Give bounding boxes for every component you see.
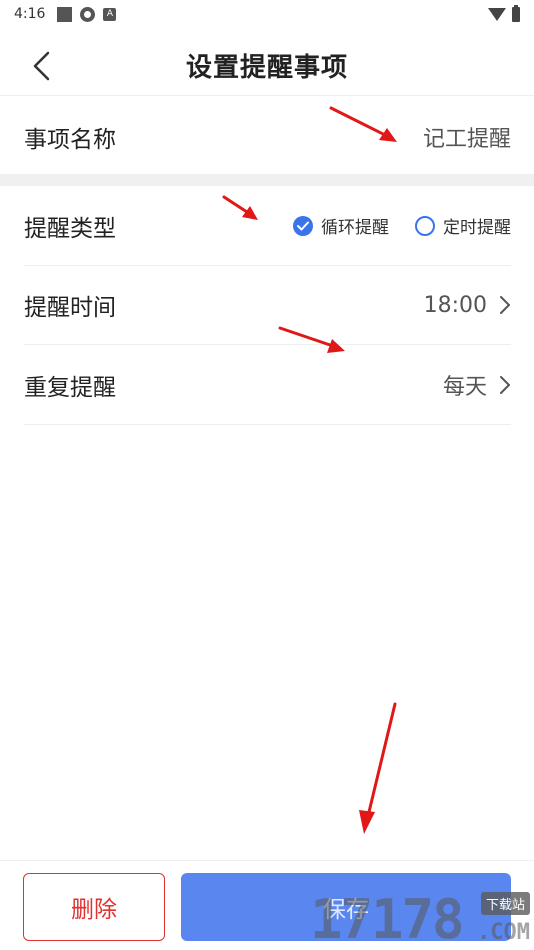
- bottom-action-bar: 删除 保存: [0, 860, 534, 950]
- status-right: [488, 4, 520, 22]
- radio-unchecked-icon: [415, 215, 435, 236]
- remind-time-row[interactable]: 提醒时间 18:00: [24, 266, 511, 344]
- back-button[interactable]: [26, 50, 56, 82]
- chevron-right-icon: [500, 375, 510, 394]
- item-name-label: 事项名称: [24, 127, 116, 153]
- item-name-value[interactable]: 记工提醒: [423, 121, 511, 153]
- remind-type-radio-group: 循环提醒 定时提醒: [293, 213, 511, 238]
- battery-icon: [512, 4, 520, 22]
- section-gap: [0, 174, 534, 186]
- remind-type-label: 提醒类型: [24, 215, 116, 242]
- nav-bar: 设置提醒事项: [0, 36, 534, 96]
- chevron-right-icon: [500, 296, 510, 314]
- annotation-arrow-icon: [329, 106, 397, 142]
- radio-timed-label: 定时提醒: [443, 218, 511, 238]
- item-name-row[interactable]: 事项名称 记工提醒: [24, 100, 511, 174]
- annotation-arrow-icon: [222, 195, 258, 220]
- chevron-left-icon: [33, 51, 50, 81]
- remind-time-text: 18:00: [423, 292, 487, 318]
- annotation-arrow-icon: [359, 702, 397, 834]
- status-bar: 4:16 A: [0, 0, 534, 28]
- radio-timed-remind[interactable]: 定时提醒: [415, 213, 511, 238]
- delete-button[interactable]: 删除: [23, 873, 165, 941]
- status-time: 4:16: [14, 6, 46, 22]
- save-button[interactable]: 保存: [181, 873, 511, 941]
- radio-loop-label: 循环提醒: [321, 218, 389, 238]
- repeat-text: 每天: [442, 374, 487, 400]
- remind-time-value: 18:00: [424, 293, 511, 318]
- remind-type-row: 提醒类型 循环提醒 定时提醒: [24, 186, 511, 265]
- a-badge-icon: A: [103, 7, 117, 21]
- wifi-icon: [488, 7, 506, 21]
- divider: [24, 424, 511, 425]
- annotation-arrow-icon: [278, 326, 345, 353]
- radio-loop-remind[interactable]: 循环提醒: [293, 213, 389, 238]
- repeat-value: 每天: [443, 369, 511, 401]
- square-icon: [57, 6, 73, 22]
- repeat-row[interactable]: 重复提醒 每天: [24, 345, 511, 424]
- repeat-label: 重复提醒: [24, 374, 116, 401]
- radio-checked-icon: [293, 215, 313, 236]
- pinwheel-icon: [80, 6, 96, 22]
- remind-time-label: 提醒时间: [24, 295, 116, 321]
- page-title: 设置提醒事项: [185, 53, 348, 83]
